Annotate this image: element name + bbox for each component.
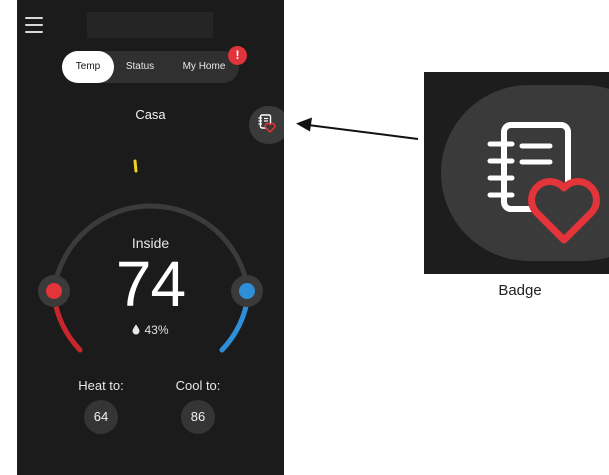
notebook-heart-icon [487,122,600,244]
canvas: Temp Status My Home ! Casa Inside 74 43%… [0,0,609,475]
badge-callout-label: Badge [498,282,542,299]
badge-zoom-panel [424,72,609,274]
